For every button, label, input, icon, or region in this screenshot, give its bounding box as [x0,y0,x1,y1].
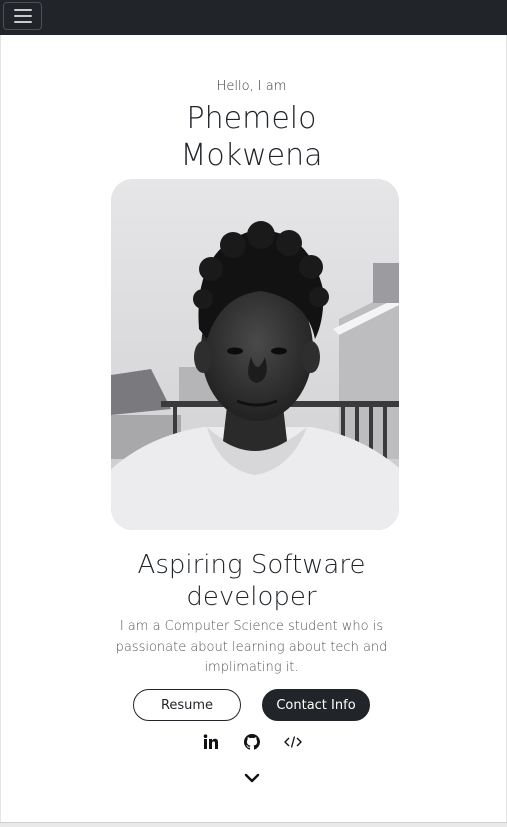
profile-photo [111,179,399,530]
name-last: Mokwena [180,138,323,173]
hamburger-bar [13,21,32,23]
role-title-line1: Aspiring Software [137,550,366,580]
profile-photo-illustration [111,179,399,530]
hamburger-bar [13,15,32,17]
page-title: Phemelo Mokwena [0,100,503,174]
contact-info-button[interactable]: Contact Info [262,689,370,721]
hamburger-bar [13,9,32,11]
greeting-text: Hello, I am [216,79,287,94]
about-description: I am a Computer Science student who is p… [115,619,388,675]
code-icon[interactable] [282,731,304,753]
linkedin-icon[interactable] [200,731,222,753]
hamburger-menu-icon[interactable] [3,2,42,30]
window-bottom-edge [0,822,507,827]
role-title: Aspiring Software developer [0,549,503,613]
social-links [200,731,304,753]
github-icon[interactable] [241,731,263,753]
resume-button[interactable]: Resume [133,689,241,721]
chevron-down-icon[interactable] [241,768,263,788]
name-first: Phemelo [186,101,317,136]
role-title-line2: developer [186,582,317,612]
navbar [0,0,507,35]
